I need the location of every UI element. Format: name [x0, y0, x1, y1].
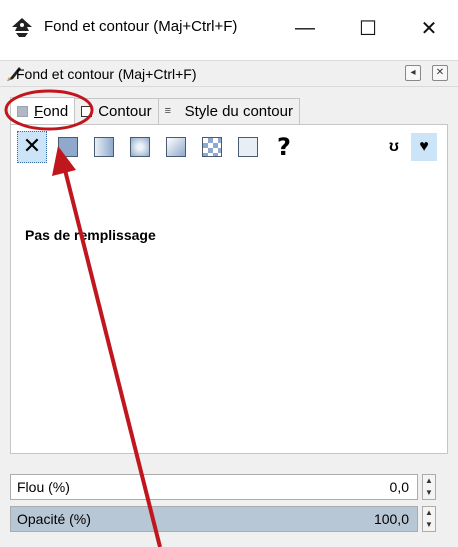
close-icon: ✕	[420, 17, 438, 40]
fill-rule-evenodd-icon: ʊ	[389, 138, 399, 155]
fill-tab-icon	[17, 105, 28, 117]
swatch-button[interactable]	[233, 131, 263, 163]
iconify-icon: ◂	[410, 67, 416, 78]
fill-tab-content: ✕ ? ʊ ♥ Pas de remplissage	[10, 124, 448, 454]
tab-fill-label: ond	[43, 102, 69, 120]
dock-close-button[interactable]: ✕	[432, 65, 448, 81]
blur-label: Flou (%)	[17, 479, 70, 495]
inkscape-logo-icon	[12, 18, 32, 37]
radial-gradient-button[interactable]	[125, 131, 155, 163]
flat-color-icon	[58, 137, 78, 157]
window-titlebar: Fond et contour (Maj+Ctrl+F) — ☐ ✕	[0, 0, 458, 60]
no-paint-icon: ✕	[22, 134, 42, 159]
fill-rule-nonzero-button[interactable]: ♥	[411, 133, 437, 161]
fill-rule-nonzero-icon: ♥	[419, 138, 429, 155]
fill-rule-evenodd-button[interactable]: ʊ	[381, 133, 407, 161]
pattern-icon	[202, 137, 222, 157]
swatch-icon	[238, 137, 258, 157]
dock-close-icon: ✕	[435, 67, 445, 78]
blur-spin-button[interactable]: ▲ ▼	[422, 474, 436, 500]
flat-color-button[interactable]	[53, 131, 83, 163]
maximize-icon: ☐	[359, 17, 377, 40]
tab-bar: Fond Contour ≡ Style du contour	[10, 97, 300, 124]
paint-mode-toolbar: ✕ ? ʊ ♥	[17, 131, 443, 163]
minimize-icon: —	[295, 16, 315, 39]
unset-paint-button[interactable]: ?	[269, 131, 299, 163]
blur-value: 0,0	[389, 479, 409, 495]
mesh-gradient-icon	[166, 137, 186, 157]
pattern-button[interactable]	[197, 131, 227, 163]
unset-paint-icon: ?	[277, 133, 291, 161]
close-button[interactable]: ✕	[412, 14, 446, 42]
linear-gradient-button[interactable]	[89, 131, 119, 163]
opacity-track[interactable]: Opacité (%) 100,0	[10, 506, 418, 532]
tab-stroke-style-label: Style du contour	[184, 103, 293, 120]
dock-header: Fond et contour (Maj+Ctrl+F) ◂ ✕	[0, 60, 458, 87]
blur-slider[interactable]: Flou (%) 0,0 ▲ ▼	[10, 474, 448, 500]
window-title: Fond et contour (Maj+Ctrl+F)	[44, 18, 238, 35]
minimize-button[interactable]: —	[288, 14, 322, 42]
blur-track[interactable]: Flou (%) 0,0	[10, 474, 418, 500]
mesh-gradient-button[interactable]	[161, 131, 191, 163]
stroke-tab-icon	[81, 106, 93, 117]
tab-stroke-paint[interactable]: Contour	[74, 98, 159, 124]
radial-gradient-icon	[130, 137, 150, 157]
linear-gradient-icon	[94, 137, 114, 157]
dock-title: Fond et contour (Maj+Ctrl+F)	[16, 66, 197, 82]
opacity-spin-button[interactable]: ▲ ▼	[422, 506, 436, 532]
no-paint-button[interactable]: ✕	[17, 131, 47, 163]
tab-stroke-paint-label: Contour	[98, 103, 152, 120]
iconify-button[interactable]: ◂	[405, 65, 421, 81]
opacity-label: Opacité (%)	[17, 511, 91, 527]
tab-fill-label-mnemonic: F	[34, 102, 44, 120]
opacity-value: 100,0	[373, 511, 409, 527]
tab-fill[interactable]: Fond	[10, 97, 76, 124]
tab-stroke-style[interactable]: ≡ Style du contour	[157, 98, 300, 124]
maximize-button[interactable]: ☐	[351, 14, 385, 42]
stroke-style-icon: ≡	[164, 105, 171, 117]
fill-stroke-panel: Fond Contour ≡ Style du contour ✕ ? ʊ ♥ …	[0, 87, 458, 547]
fill-status-label: Pas de remplissage	[25, 227, 156, 243]
opacity-slider[interactable]: Opacité (%) 100,0 ▲ ▼	[10, 506, 448, 532]
